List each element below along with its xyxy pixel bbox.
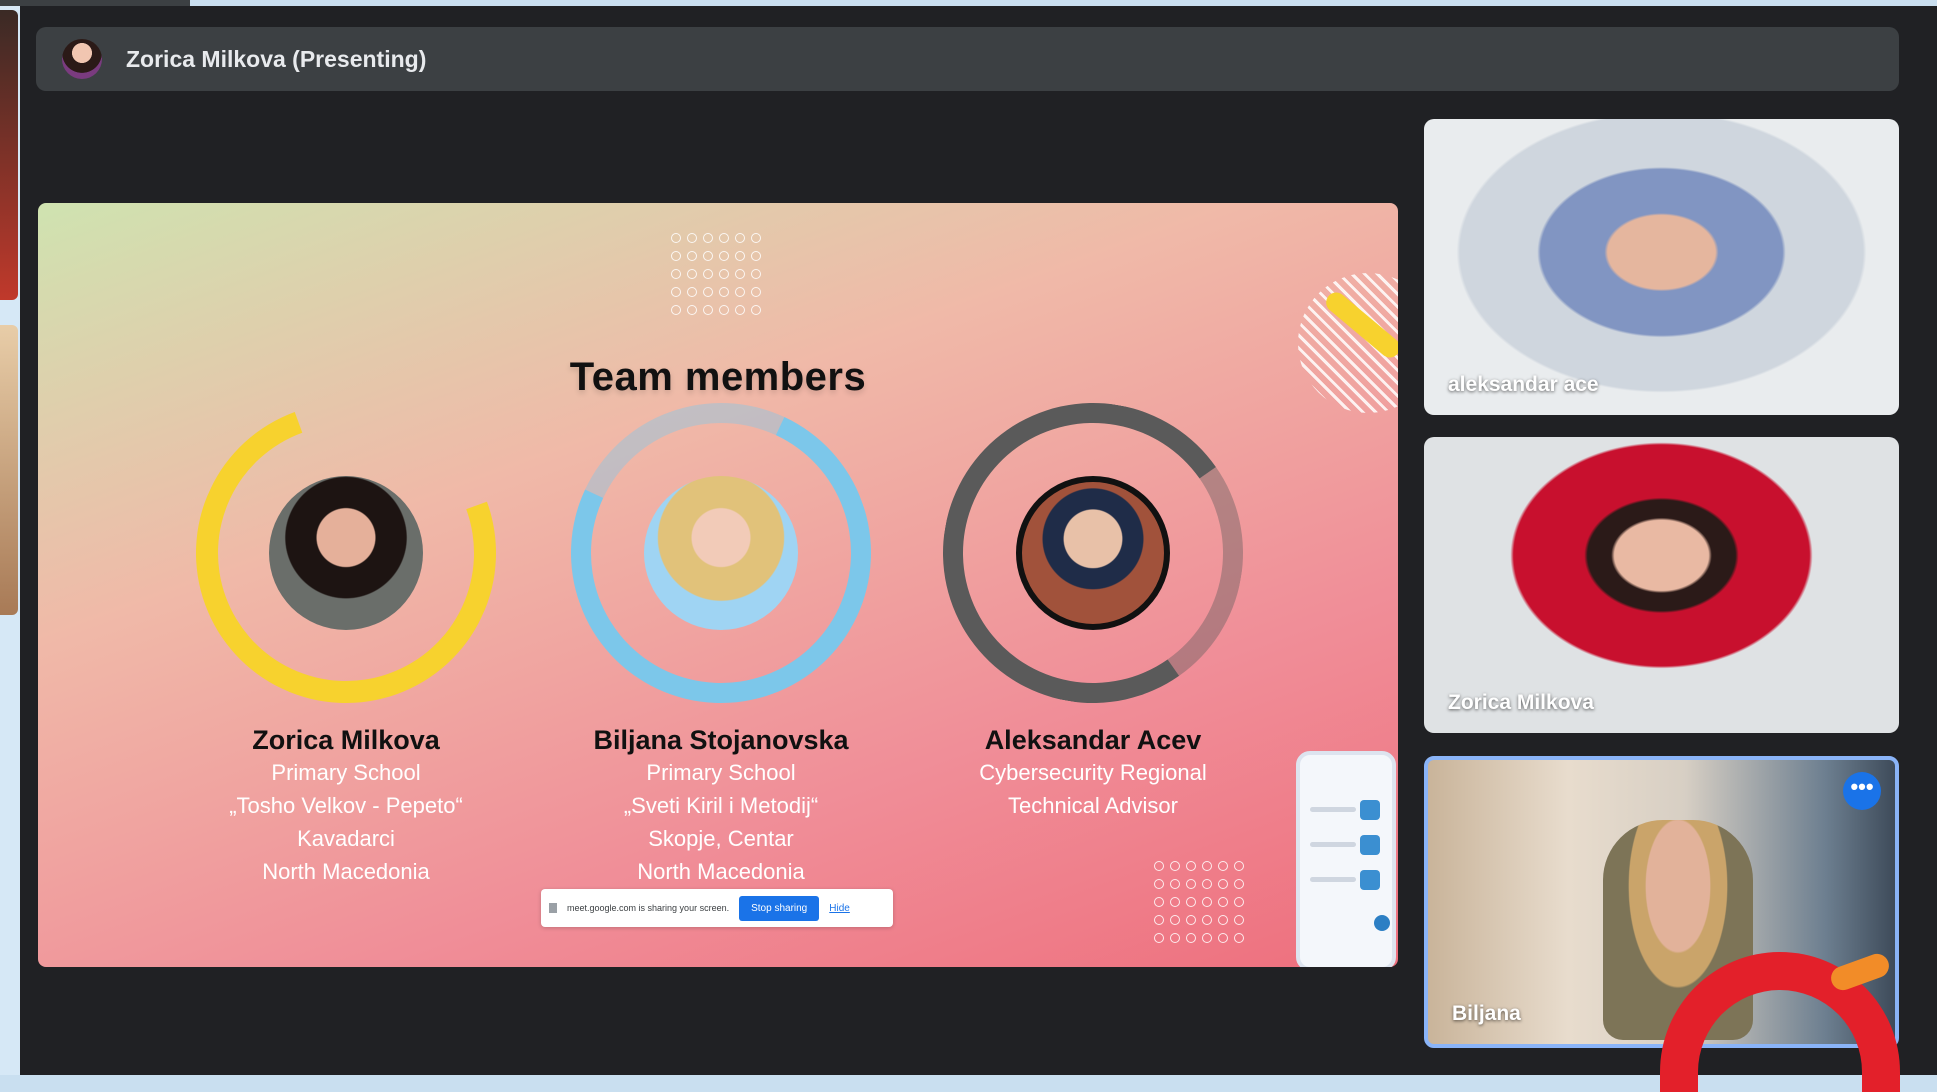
decorative-dots (1154, 861, 1244, 943)
member-photo (1016, 476, 1170, 630)
participant-name: Biljana (1452, 1002, 1521, 1025)
member-detail: Cybersecurity Regional (979, 760, 1207, 785)
presenter-avatar (62, 39, 102, 79)
slide-title: Team members (569, 355, 867, 399)
team-member-card: Zorica Milkova Primary School „Tosho Vel… (146, 353, 546, 888)
member-detail: Skopje, Centar (648, 826, 794, 851)
phone-illustration (1296, 751, 1396, 967)
member-detail: Technical Advisor (1008, 793, 1178, 818)
share-icon (549, 903, 557, 913)
member-photo (644, 476, 798, 630)
presentation-slide: Team members Zorica Milkova Primary Scho… (38, 203, 1398, 967)
member-detail: Primary School (646, 760, 796, 785)
other-window-thumbnail[interactable] (0, 325, 18, 615)
member-name: Zorica Milkova (252, 725, 440, 755)
presenter-bar: Zorica Milkova (Presenting) (36, 27, 1899, 91)
member-detail: „Tosho Velkov - Pepeto“ (229, 793, 463, 818)
member-detail: Primary School (271, 760, 421, 785)
presenter-name: Zorica Milkova (Presenting) (126, 45, 427, 72)
user-icon (1374, 915, 1390, 931)
participant-tile[interactable]: Zorica Milkova (1424, 437, 1899, 733)
other-window-thumbnail[interactable] (0, 10, 18, 300)
member-name: Biljana Stojanovska (593, 725, 849, 755)
team-member-card: Biljana Stojanovska Primary School „Svet… (528, 360, 914, 888)
stop-sharing-button[interactable]: Stop sharing (739, 895, 820, 921)
photo-ring (528, 360, 914, 746)
photo-ring (919, 379, 1267, 727)
share-message: meet.google.com is sharing your screen. (567, 903, 730, 913)
decorative-dots (671, 233, 761, 315)
participant-tile[interactable]: aleksandar ace (1424, 119, 1899, 415)
meet-window: Zorica Milkova (Presenting) Team members… (20, 6, 1937, 1075)
photo-ring (146, 353, 546, 753)
participant-name: Zorica Milkova (1448, 691, 1594, 714)
member-photo (269, 476, 423, 630)
participant-name: aleksandar ace (1448, 373, 1599, 396)
member-detail: North Macedonia (637, 859, 805, 884)
hide-link[interactable]: Hide (829, 903, 850, 914)
other-window-strip (0, 0, 20, 1075)
member-detail: Kavadarci (297, 826, 395, 851)
member-detail: „Sveti Kiril i Metodij“ (623, 793, 819, 818)
screen-share-notification: meet.google.com is sharing your screen. … (541, 889, 893, 927)
more-options-icon[interactable]: ••• (1843, 772, 1881, 810)
member-detail: North Macedonia (262, 859, 430, 884)
member-name: Aleksandar Acev (984, 725, 1202, 755)
team-member-card: Aleksandar Acev Cybersecurity Regional T… (919, 379, 1267, 822)
